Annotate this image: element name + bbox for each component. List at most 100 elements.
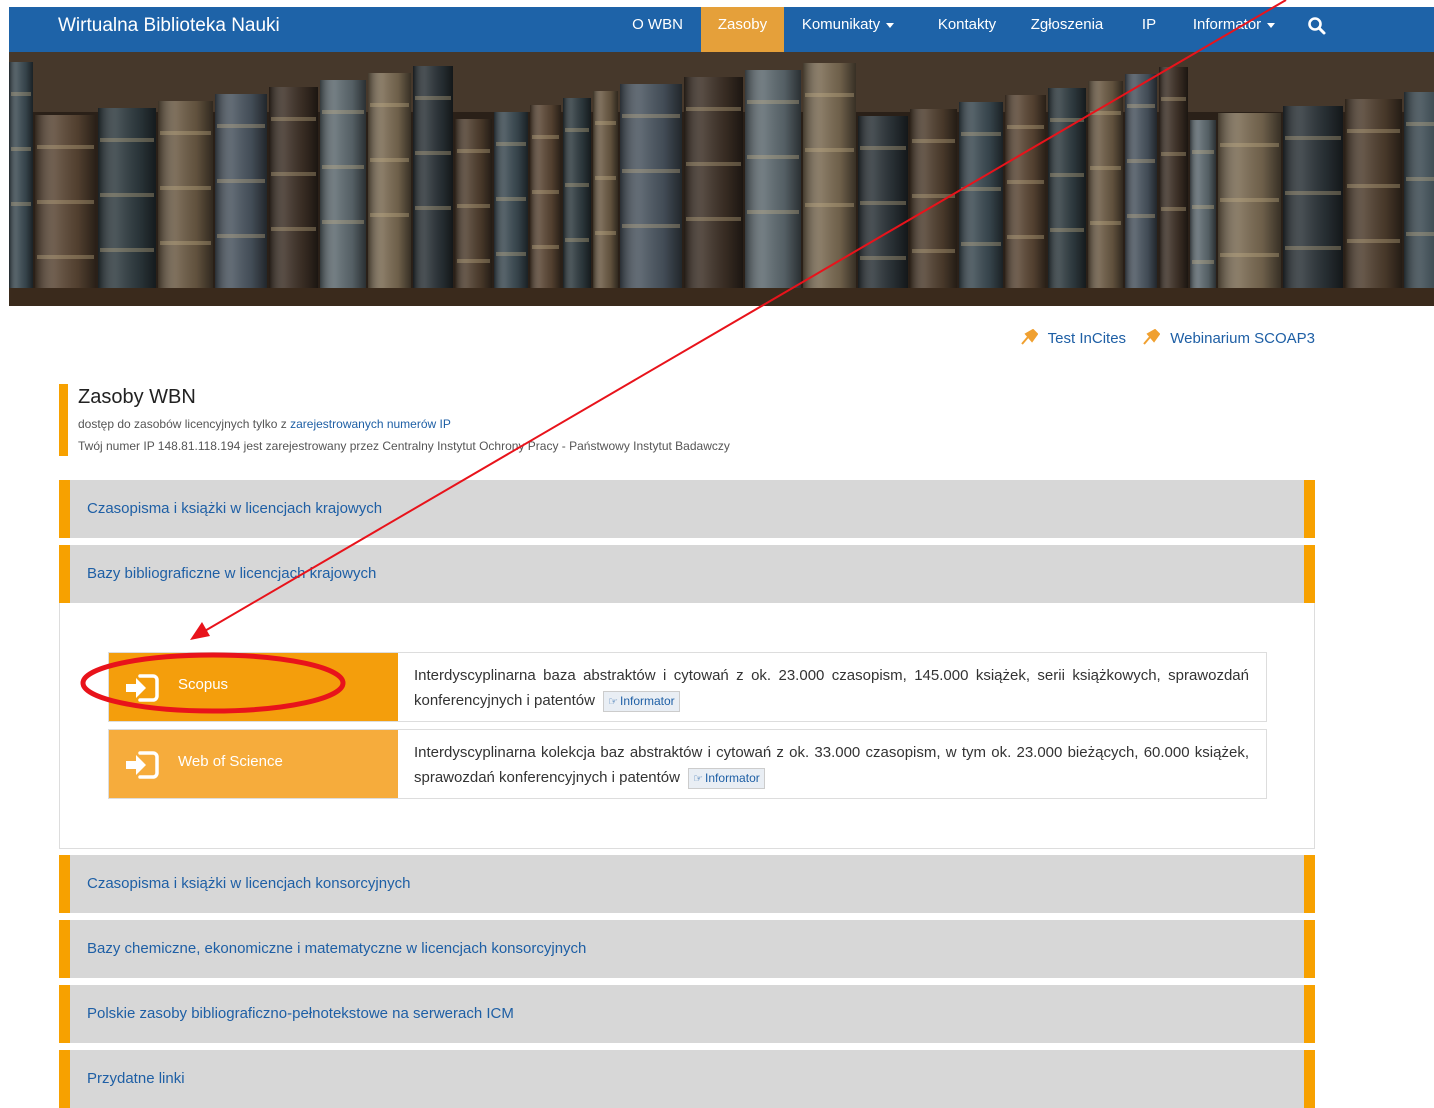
nav-label: O WBN xyxy=(632,16,683,33)
book-spine-shade xyxy=(803,63,856,306)
book-band xyxy=(595,231,616,235)
pin-test-incites[interactable]: Test InCites xyxy=(1020,328,1127,347)
nav-label: Informator xyxy=(1192,16,1262,33)
book-band xyxy=(1347,239,1400,243)
book-band xyxy=(1347,184,1400,188)
book-band xyxy=(37,200,94,204)
resource-name: Web of Science xyxy=(178,753,283,770)
book-band xyxy=(322,165,364,169)
book-band xyxy=(11,202,31,206)
book-band xyxy=(912,194,955,198)
book-band xyxy=(860,256,906,260)
nav-item-zgloszenia[interactable]: Zgłoszenia xyxy=(1022,7,1112,52)
nav-item-ip[interactable]: IP xyxy=(1135,7,1163,52)
description-text: Interdyscyplinarna baza abstraktów i cyt… xyxy=(414,667,1249,709)
book-spine-shade xyxy=(910,109,957,306)
book-band xyxy=(961,132,1001,136)
pin-icon xyxy=(1020,328,1038,345)
panel-przydatne-linki[interactable]: Przydatne linki xyxy=(59,1050,1315,1108)
panel-bazy-chemiczne[interactable]: Bazy chemiczne, ekonomiczne i matematycz… xyxy=(59,920,1315,978)
panel-title[interactable]: Czasopisma i książki w licencjach konsor… xyxy=(87,855,410,913)
book-band xyxy=(1285,191,1341,195)
bookshelf-illustration xyxy=(9,52,1434,306)
book-band xyxy=(565,183,589,187)
pin-webinarium-scoap3[interactable]: Webinarium SCOAP3 xyxy=(1142,328,1315,347)
book-spine-shade xyxy=(684,77,743,306)
book-band xyxy=(532,245,559,249)
book-band xyxy=(1285,136,1341,140)
book-band xyxy=(322,220,364,224)
book-spine-shade xyxy=(455,119,492,306)
panel-body-bazy-bibliograficzne: Scopus Interdyscyplinarna baza abstraktó… xyxy=(59,603,1315,849)
nav-label: IP xyxy=(1141,16,1157,33)
panel-czasopisma-konsorcyjne[interactable]: Czasopisma i książki w licencjach konsor… xyxy=(59,855,1315,913)
book-band xyxy=(160,186,211,190)
panel-czasopisma-krajowe[interactable]: Czasopisma i książki w licencjach krajow… xyxy=(59,480,1315,538)
book-band xyxy=(860,201,906,205)
nav-item-komunikaty[interactable]: Komunikaty xyxy=(788,7,908,52)
book-band xyxy=(1050,118,1084,122)
book-band xyxy=(595,176,616,180)
book-band xyxy=(1192,260,1214,264)
panel-title[interactable]: Bazy bibliograficzne w licencjach krajow… xyxy=(87,545,376,603)
book-band xyxy=(100,248,154,252)
book-band xyxy=(860,146,906,150)
caret-down-icon xyxy=(1267,22,1276,28)
book-band xyxy=(961,242,1001,246)
panel-title[interactable]: Przydatne linki xyxy=(87,1050,185,1108)
scopus-button[interactable]: Scopus xyxy=(109,653,398,721)
panel-polskie-zasoby-icm[interactable]: Polskie zasoby bibliograficzno-pełnoteks… xyxy=(59,985,1315,1043)
book-band xyxy=(11,147,31,151)
book-band xyxy=(370,103,409,107)
hero-bookshelf-image xyxy=(9,52,1434,306)
pinned-links: Test InCites Webinarium SCOAP3 xyxy=(1008,328,1315,347)
book-band xyxy=(912,249,955,253)
book-band xyxy=(686,217,741,221)
book-spine-shade xyxy=(1159,67,1188,306)
ip-registration-note: Twój numer IP 148.81.118.194 jest zareje… xyxy=(78,439,730,453)
book-band xyxy=(1161,207,1186,211)
nav-item-o-wbn[interactable]: O WBN xyxy=(621,7,694,52)
book-band xyxy=(415,206,451,210)
registered-ip-link[interactable]: zarejestrowanych numerów IP xyxy=(290,417,451,431)
book-band xyxy=(1050,173,1084,177)
web-of-science-button[interactable]: Web of Science xyxy=(109,730,398,798)
book-band xyxy=(457,259,490,263)
section-header: Zasoby WBN dostęp do zasobów licencyjnyc… xyxy=(59,384,730,456)
pointing-hand-icon: ☞ xyxy=(693,772,704,785)
panel-bazy-bibliograficzne[interactable]: Bazy bibliograficzne w licencjach krajow… xyxy=(59,545,1315,603)
book-spine-shade xyxy=(745,70,801,306)
pin-icon xyxy=(1143,328,1161,345)
book-band xyxy=(1007,180,1044,184)
informator-badge[interactable]: ☞ Informator xyxy=(603,690,680,712)
page-title: Zasoby WBN xyxy=(78,386,196,408)
panel-title[interactable]: Bazy chemiczne, ekonomiczne i matematycz… xyxy=(87,920,586,978)
book-band xyxy=(1127,214,1155,218)
informator-badge[interactable]: ☞ Informator xyxy=(688,767,765,789)
book-band xyxy=(415,151,451,155)
book-spine-shade xyxy=(1125,74,1157,306)
book-band xyxy=(457,149,490,153)
book-band xyxy=(1347,129,1400,133)
book-band xyxy=(747,155,799,159)
book-spine-shade xyxy=(413,66,453,306)
book-band xyxy=(912,139,955,143)
panel-title[interactable]: Polskie zasoby bibliograficzno-pełnoteks… xyxy=(87,985,514,1043)
book-band xyxy=(496,142,526,146)
search-icon[interactable] xyxy=(1307,16,1327,36)
book-band xyxy=(217,124,265,128)
panel-title[interactable]: Czasopisma i książki w licencjach krajow… xyxy=(87,480,382,538)
book-band xyxy=(1050,228,1084,232)
nav-item-zasoby[interactable]: Zasoby xyxy=(701,7,784,52)
book-band xyxy=(1090,166,1121,170)
book-band xyxy=(370,158,409,162)
resource-row-web-of-science: Web of Science Interdyscyplinarna kolekc… xyxy=(108,729,1267,799)
book-band xyxy=(496,252,526,256)
brand-link[interactable]: Wirtualna Biblioteka Nauki xyxy=(58,7,280,45)
book-band xyxy=(747,210,799,214)
nav-item-kontakty[interactable]: Kontakty xyxy=(927,7,1007,52)
nav-item-informator[interactable]: Informator xyxy=(1179,7,1289,52)
book-band xyxy=(37,255,94,259)
book-band xyxy=(622,224,680,228)
pin-label: Test InCites xyxy=(1047,330,1127,347)
